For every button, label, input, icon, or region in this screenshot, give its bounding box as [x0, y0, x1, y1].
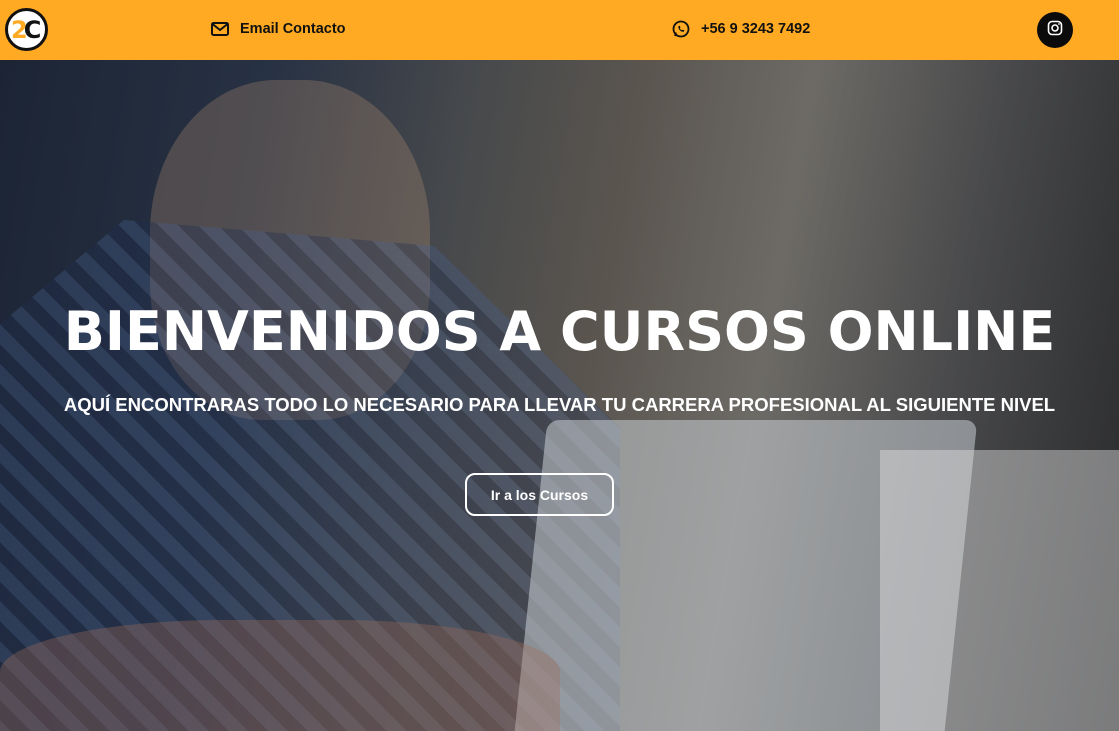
- go-to-courses-button[interactable]: Ir a los Cursos: [465, 473, 614, 516]
- hero-background-paper: [880, 450, 1119, 731]
- phone-contact-link[interactable]: +56 9 3243 7492: [671, 19, 810, 39]
- email-contact-link[interactable]: Email Contacto: [210, 19, 346, 39]
- whatsapp-icon: [671, 19, 691, 39]
- mail-icon: [210, 19, 230, 39]
- hero-background-arms: [0, 620, 560, 731]
- email-contact-label: Email Contacto: [240, 21, 346, 37]
- hero-title: BIENVENIDOS A CURSOS ONLINE: [63, 300, 1056, 363]
- instagram-button[interactable]: [1037, 12, 1073, 48]
- instagram-icon: [1047, 20, 1063, 41]
- logo-mark: 2C: [11, 16, 41, 44]
- site-logo[interactable]: 2C: [5, 8, 48, 51]
- hero-subtitle: AQUÍ ENCONTRARAS TODO LO NECESARIO PARA …: [63, 394, 1056, 415]
- phone-contact-label: +56 9 3243 7492: [701, 21, 811, 37]
- top-bar: 2C Email Contacto +56 9 3243 7492: [0, 0, 1119, 60]
